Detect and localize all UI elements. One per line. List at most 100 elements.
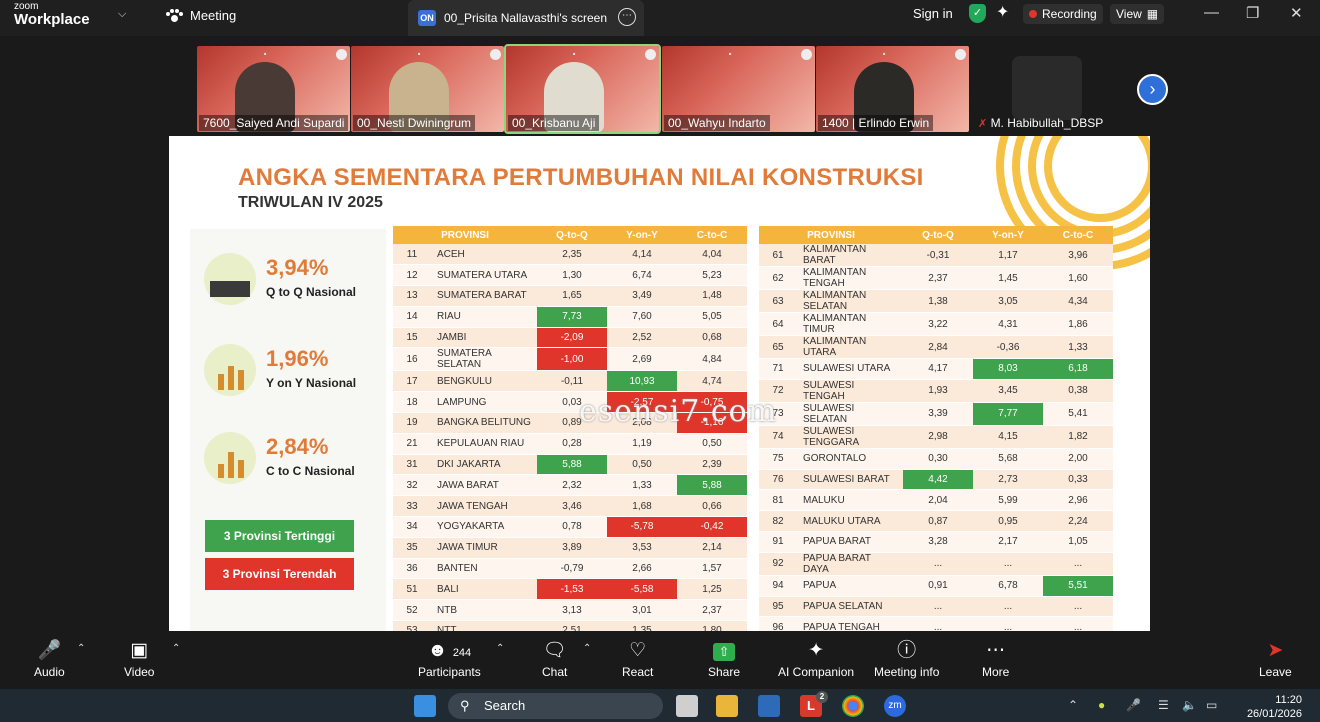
province-name: KALIMANTAN TIMUR — [797, 312, 903, 336]
more-options-icon[interactable]: ⋯ — [618, 8, 636, 26]
ctoc-value: 0,68 — [677, 327, 747, 349]
share-button[interactable]: ⇧ Share — [708, 639, 740, 679]
audio-options-caret[interactable]: ⌃ — [77, 643, 85, 654]
video-options-caret[interactable]: ⌃ — [172, 643, 180, 654]
province-name: SULAWESI BARAT — [797, 469, 903, 491]
windows-taskbar: ⚲ Search L2 zm ⌃ ● 🎤 ☰ 🔈 ▭ 11:20 26/01/2… — [0, 689, 1320, 722]
province-code: 21 — [393, 433, 431, 455]
taskbar-search[interactable]: ⚲ Search — [448, 693, 663, 719]
mic-tray-icon[interactable]: 🎤 — [1126, 698, 1141, 712]
ctoc-value: 4,84 — [677, 347, 747, 372]
province-code: 31 — [393, 454, 431, 476]
qtoq-value: 2,51 — [537, 620, 607, 631]
qtoq-value: 0,30 — [903, 448, 973, 470]
participant-tile-active-speaker[interactable]: ■ 00_Krisbanu Aji — [504, 44, 661, 134]
chevron-up-icon[interactable]: ⌃ — [1068, 698, 1078, 712]
participants-button[interactable]: ☻ 244 Participants — [418, 639, 481, 679]
security-app-icon[interactable] — [758, 695, 780, 717]
province-name: SULAWESI TENGAH — [797, 379, 903, 403]
province-name: ACEH — [431, 244, 537, 266]
ctoc-value: 5,88 — [677, 474, 747, 497]
legend-lowest: 3 Provinsi Terendah — [205, 558, 354, 590]
video-button[interactable]: ▣ Video — [124, 639, 154, 679]
chat-label: Chat — [542, 665, 568, 679]
ctoc-value: 2,37 — [677, 599, 747, 622]
participant-tile[interactable]: ■ 00_Nesti Dwiningrum — [351, 46, 504, 132]
close-icon[interactable]: ✕ — [1290, 4, 1303, 22]
participant-tile[interactable]: ■ 1400 | Erlindo Erwin — [816, 46, 969, 132]
chat-options-caret[interactable]: ⌃ — [583, 643, 591, 654]
yony-value: 4,14 — [607, 244, 677, 266]
restore-icon[interactable]: ❐ — [1246, 4, 1259, 22]
task-view-icon[interactable] — [676, 695, 698, 717]
clock[interactable]: 11:20 26/01/2026 — [1247, 693, 1302, 721]
kpi-qtoq: 3,94% Q to Q Nasional — [204, 253, 384, 313]
view-button[interactable]: View ▦ — [1110, 4, 1165, 24]
qtoq-value: 1,93 — [903, 379, 973, 403]
ai-sparkle-icon[interactable]: ✦ — [996, 2, 1009, 22]
province-name: PAPUA SELATAN — [797, 596, 903, 618]
recording-indicator[interactable]: Recording — [1023, 4, 1103, 24]
province-name: KEPULAUAN RIAU — [431, 433, 537, 455]
chrome-icon[interactable] — [842, 695, 864, 717]
participant-gallery: ■ 7600_Saiyed Andi Supardi ■ 00_Nesti Dw… — [0, 36, 1320, 136]
security-shield-icon[interactable]: ✓ — [969, 4, 986, 23]
more-dots-icon: ⋯ — [986, 640, 1006, 661]
more-button[interactable]: ⋯ More — [982, 639, 1009, 679]
ctoc-value: 2,00 — [1043, 448, 1113, 470]
zoom-app-icon[interactable]: zm — [884, 695, 906, 717]
next-page-button[interactable]: › — [1137, 74, 1168, 105]
meeting-label: Meeting — [190, 8, 237, 23]
table-row: 17 BENGKULU -0,11 10,93 4,74 — [393, 370, 747, 393]
province-name: JAWA BARAT — [431, 474, 537, 497]
yony-value: -5,78 — [607, 516, 677, 538]
volume-icon[interactable]: 🔈 — [1182, 698, 1197, 712]
qtoq-value: 0,87 — [903, 510, 973, 532]
province-name: BANTEN — [431, 558, 537, 580]
screen-share-tab[interactable]: ON 00_Prisita Nallavasthi's screen ⋯ — [408, 0, 644, 36]
qtoq-value: 2,35 — [537, 244, 607, 266]
table-row: 94 PAPUA 0,91 6,78 5,51 — [759, 575, 1113, 597]
chat-button[interactable]: 🗨 Chat — [542, 639, 567, 679]
react-button[interactable]: ♡ React — [622, 639, 653, 679]
view-label: View — [1116, 7, 1142, 21]
participant-tile[interactable]: ✗ M. Habibullah_DBSP — [972, 46, 1112, 132]
app-l-icon[interactable]: L2 — [800, 691, 828, 717]
qtoq-value: 2,04 — [903, 489, 973, 512]
brand-bottom: Workplace — [14, 11, 90, 28]
qtoq-value: -0,31 — [903, 244, 973, 267]
meeting-info-button[interactable]: ⓘ Meeting info — [874, 639, 939, 679]
audio-button[interactable]: 🎤 Audio — [34, 639, 65, 679]
province-name: MALUKU UTARA — [797, 510, 903, 532]
participants-options-caret[interactable]: ⌃ — [496, 643, 504, 654]
ai-companion-button[interactable]: ✦ AI Companion — [778, 639, 854, 679]
battery-icon[interactable]: ▭ — [1206, 698, 1217, 712]
province-code: 82 — [759, 510, 797, 532]
leave-button[interactable]: ➤ Leave — [1259, 639, 1292, 679]
province-name: SULAWESI TENGGARA — [797, 425, 903, 449]
table-row: 72 SULAWESI TENGAH 1,93 3,45 0,38 — [759, 379, 1113, 403]
table-row: 34 YOGYAKARTA 0,78 -5,78 -0,42 — [393, 516, 747, 538]
yony-value: 3,53 — [607, 537, 677, 559]
chevron-down-icon[interactable]: ⌵ — [118, 8, 126, 21]
windows-start-icon[interactable] — [414, 695, 436, 717]
ai-companion-label: AI Companion — [778, 665, 855, 679]
qtoq-value: 3,28 — [903, 531, 973, 553]
province-name: KALIMANTAN SELATAN — [797, 289, 903, 313]
sign-in-button[interactable]: Sign in — [913, 6, 953, 21]
yony-value: 2,66 — [607, 558, 677, 580]
participant-name: 00_Krisbanu Aji — [508, 115, 600, 131]
qtoq-value: ... — [903, 616, 973, 631]
qtoq-value: 2,32 — [537, 474, 607, 497]
minimize-icon[interactable]: — — [1204, 4, 1219, 21]
table-row: 65 KALIMANTAN UTARA 2,84 -0,36 1,33 — [759, 335, 1113, 359]
table-row: 61 KALIMANTAN BARAT -0,31 1,17 3,96 — [759, 244, 1113, 267]
tray-app-icon[interactable]: ● — [1098, 698, 1105, 712]
meeting-menu[interactable]: Meeting — [166, 8, 236, 23]
province-code: 32 — [393, 474, 431, 497]
file-explorer-icon[interactable] — [716, 695, 738, 717]
react-label: React — [622, 665, 654, 679]
participant-tile[interactable]: ■ 00_Wahyu Indarto — [662, 46, 815, 132]
wifi-icon[interactable]: ☰ — [1158, 698, 1169, 712]
participant-tile[interactable]: ■ 7600_Saiyed Andi Supardi — [197, 46, 350, 132]
